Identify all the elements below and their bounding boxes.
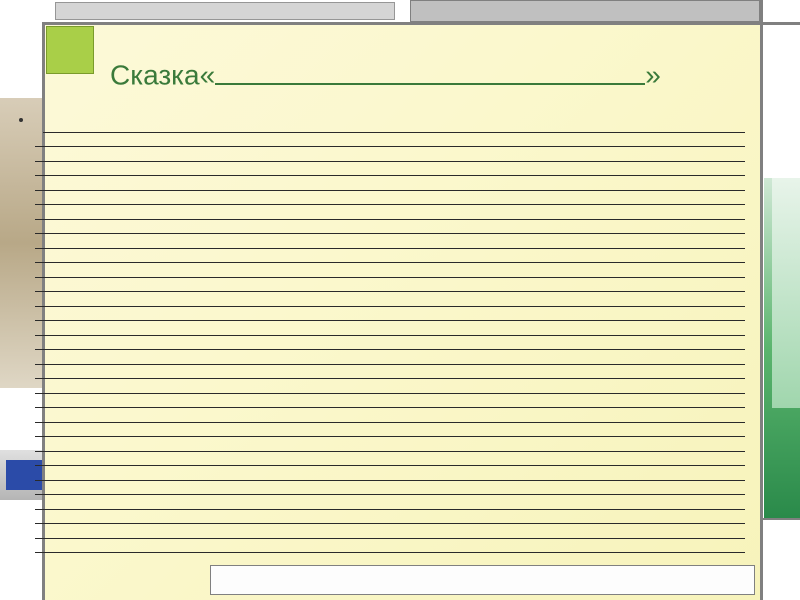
decor-bottom-box — [210, 565, 755, 595]
writing-line — [35, 466, 745, 481]
writing-line — [35, 278, 745, 293]
writing-line — [35, 133, 745, 148]
writing-line — [35, 481, 745, 496]
writing-line — [35, 307, 745, 322]
title-blank-underline — [215, 58, 645, 85]
writing-line — [35, 205, 745, 220]
decor-v-line-right — [760, 0, 763, 600]
writing-line — [35, 162, 745, 177]
writing-line — [43, 118, 745, 133]
writing-line — [35, 292, 745, 307]
decor-h-line-top — [42, 22, 800, 25]
decor-top-bar-inner — [55, 2, 395, 20]
writing-line — [35, 423, 745, 438]
writing-line — [35, 249, 745, 264]
writing-line — [35, 263, 745, 278]
decor-h-line-bottom — [760, 518, 800, 520]
decor-top-bar — [410, 0, 760, 22]
writing-line — [35, 524, 745, 539]
writing-line — [35, 350, 745, 365]
writing-line — [35, 495, 745, 510]
writing-line — [35, 220, 745, 235]
writing-line — [35, 408, 745, 423]
writing-line — [35, 394, 745, 409]
title-suffix: » — [645, 60, 661, 91]
writing-line — [35, 176, 745, 191]
writing-lines-container — [35, 118, 745, 553]
writing-line — [35, 365, 745, 380]
writing-line — [35, 234, 745, 249]
bullet-icon — [19, 118, 23, 122]
slide-title: Сказка« » — [110, 58, 740, 92]
writing-line — [35, 510, 745, 525]
decor-green-square — [46, 26, 94, 74]
writing-line — [35, 437, 745, 452]
writing-line — [35, 539, 745, 554]
title-prefix: Сказка« — [110, 60, 215, 91]
writing-line — [35, 147, 745, 162]
writing-line — [35, 321, 745, 336]
decor-right-green-light — [772, 178, 800, 408]
writing-line — [35, 191, 745, 206]
writing-line — [35, 452, 745, 467]
writing-line — [35, 336, 745, 351]
writing-line — [35, 379, 745, 394]
